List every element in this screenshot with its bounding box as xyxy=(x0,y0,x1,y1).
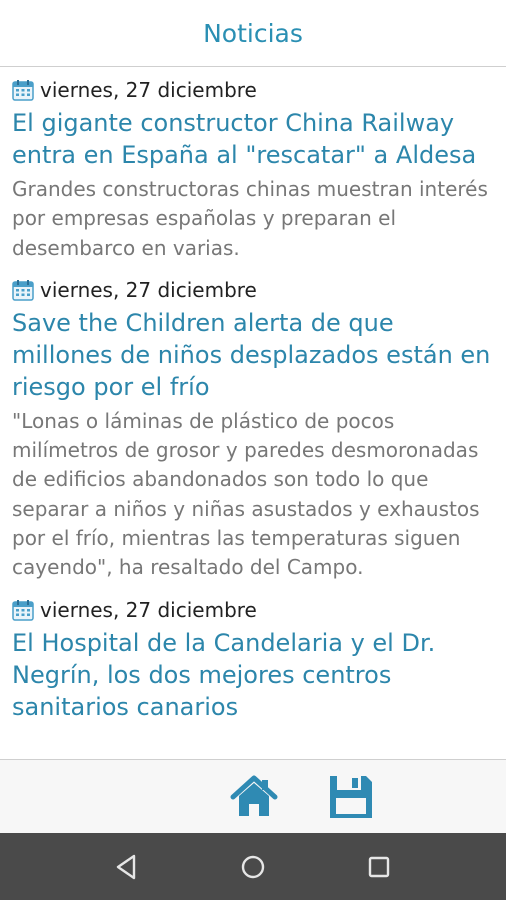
article-headline[interactable]: El gigante constructor China Railway ent… xyxy=(12,107,494,171)
back-icon[interactable] xyxy=(110,851,142,883)
date-row: viernes, 27 diciembre xyxy=(12,597,494,623)
square-recents-icon[interactable] xyxy=(363,851,395,883)
news-item[interactable]: viernes, 27 diciembre Save the Children … xyxy=(0,263,506,583)
calendar-icon xyxy=(12,80,34,101)
date-row: viernes, 27 diciembre xyxy=(12,77,494,103)
home-icon[interactable] xyxy=(229,772,279,822)
article-headline[interactable]: El Hospital de la Candelaria y el Dr. Ne… xyxy=(12,627,494,723)
calendar-icon xyxy=(12,279,34,301)
page-title: Noticias xyxy=(203,18,303,48)
save-icon[interactable] xyxy=(326,772,376,822)
system-nav-bar xyxy=(0,833,506,900)
date-row: viernes, 27 diciembre xyxy=(12,277,494,303)
bottom-toolbar xyxy=(0,759,506,834)
article-headline[interactable]: Save the Children alerta de que millones… xyxy=(12,307,494,403)
article-date: viernes, 27 diciembre xyxy=(40,277,257,302)
news-feed[interactable]: viernes, 27 diciembre El gigante constru… xyxy=(0,67,506,759)
article-date: viernes, 27 diciembre xyxy=(40,597,257,622)
news-item[interactable]: viernes, 27 diciembre El gigante constru… xyxy=(0,67,506,263)
article-summary: Grandes constructoras chinas muestran in… xyxy=(12,177,488,260)
article-summary: "Lonas o láminas de plástico de pocos mi… xyxy=(12,408,480,580)
calendar-icon xyxy=(12,599,34,621)
article-date: viernes, 27 diciembre xyxy=(40,78,257,102)
app-header: Noticias xyxy=(0,0,506,67)
news-item[interactable]: viernes, 27 diciembre El Hospital de la … xyxy=(0,583,506,723)
circle-home-icon[interactable] xyxy=(237,851,269,883)
